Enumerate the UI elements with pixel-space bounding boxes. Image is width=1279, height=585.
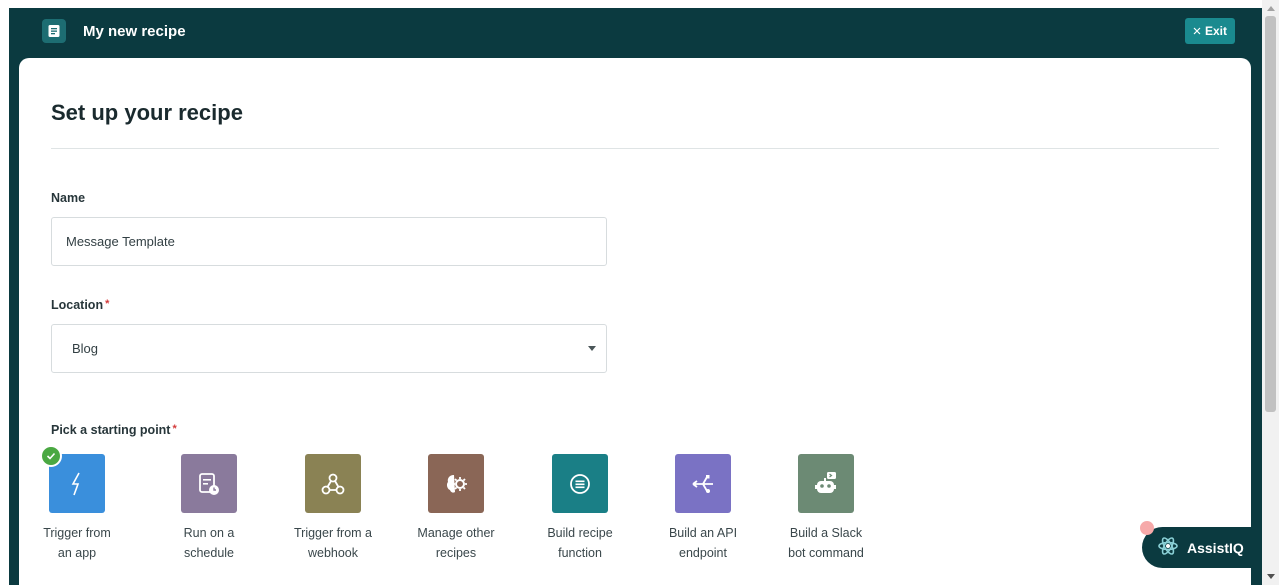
required-mark: * <box>172 423 177 435</box>
location-select[interactable]: Blog <box>51 324 607 373</box>
api-icon <box>675 454 731 513</box>
starting-point-schedule[interactable]: Run on a schedule <box>157 454 261 563</box>
name-label: Name <box>51 191 85 205</box>
tile-caption-line: Trigger from a <box>293 526 373 540</box>
exit-label: Exit <box>1204 24 1227 38</box>
close-icon <box>1193 24 1201 38</box>
webhook-icon <box>305 454 361 513</box>
tile-caption-line: Build an API <box>668 526 738 540</box>
required-mark: * <box>105 298 110 310</box>
tile-caption: Run on a schedule <box>157 523 261 563</box>
scrollbar[interactable] <box>1262 0 1279 585</box>
atom-icon <box>1157 535 1179 560</box>
app-title: My new recipe <box>83 22 186 40</box>
chevron-down-icon <box>588 346 596 351</box>
app-window: My new recipe Exit Set up your recipe Na… <box>0 0 1262 585</box>
document-icon <box>42 19 66 43</box>
name-label-text: Name <box>51 191 86 205</box>
lightning-icon <box>40 445 105 513</box>
setup-panel: Set up your recipe Name Message Template… <box>19 58 1251 585</box>
location-label-text: Location <box>51 298 104 312</box>
tile-caption: Manage other recipes <box>404 523 508 563</box>
tile-caption: Build recipe function <box>528 523 632 563</box>
tile-caption-line: Run on a <box>183 526 235 540</box>
tile-caption-line: bot command <box>788 546 864 560</box>
starting-point-slack-bot[interactable]: Build a Slack bot command <box>774 454 878 563</box>
tile-caption: Trigger from an app <box>25 523 129 563</box>
exit-button[interactable]: Exit <box>1185 18 1235 44</box>
check-icon <box>40 445 62 467</box>
schedule-icon <box>181 454 237 513</box>
tile-caption-line: endpoint <box>679 546 727 560</box>
header-title-group: My new recipe <box>42 19 186 43</box>
location-label: Location * <box>51 298 109 312</box>
starting-point-trigger-app[interactable]: Trigger from an app <box>25 445 129 563</box>
tile-caption-line: Trigger from <box>43 526 111 540</box>
starting-point-webhook[interactable]: Trigger from a webhook <box>281 454 385 563</box>
notification-dot <box>1140 521 1154 535</box>
assistiq-label: AssistIQ <box>1187 539 1244 556</box>
scroll-up-arrow-icon[interactable] <box>1262 2 1279 14</box>
tile-caption-line: schedule <box>183 546 235 560</box>
assistiq-button[interactable]: AssistIQ <box>1140 521 1262 568</box>
starting-point-manage-recipes[interactable]: Manage other recipes <box>404 454 508 563</box>
tile-caption: Build a Slack bot command <box>774 523 878 563</box>
tile-caption-line: function <box>558 546 602 560</box>
starting-point-label: Pick a starting point * <box>51 423 177 437</box>
gear-brain-icon <box>428 454 484 513</box>
name-value: Message Template <box>66 234 175 249</box>
starting-point-api-endpoint[interactable]: Build an API endpoint <box>651 454 755 563</box>
tile-caption: Build an API endpoint <box>651 523 755 563</box>
slack-bot-icon <box>798 454 854 513</box>
tile-caption: Trigger from a webhook <box>281 523 385 563</box>
scroll-down-arrow-icon[interactable] <box>1262 571 1279 583</box>
tile-caption-line: Build a Slack <box>789 526 863 540</box>
scrollbar-thumb[interactable] <box>1265 16 1276 412</box>
starting-point-label-text: Pick a starting point <box>51 423 171 437</box>
location-value: Blog <box>72 341 99 356</box>
divider <box>51 148 1219 149</box>
function-icon <box>552 454 608 513</box>
tile-caption-line: an app <box>57 546 97 560</box>
tile-caption-line: Build recipe <box>547 526 613 540</box>
tile-caption-line: webhook <box>307 546 359 560</box>
page-title: Set up your recipe <box>51 100 243 125</box>
header-bar: My new recipe Exit Set up your recipe Na… <box>9 8 1262 585</box>
tile-caption-line: Manage other <box>417 526 495 540</box>
starting-point-recipe-function[interactable]: Build recipe function <box>528 454 632 563</box>
tile-caption-line: recipes <box>435 546 477 560</box>
name-input[interactable]: Message Template <box>51 217 607 266</box>
